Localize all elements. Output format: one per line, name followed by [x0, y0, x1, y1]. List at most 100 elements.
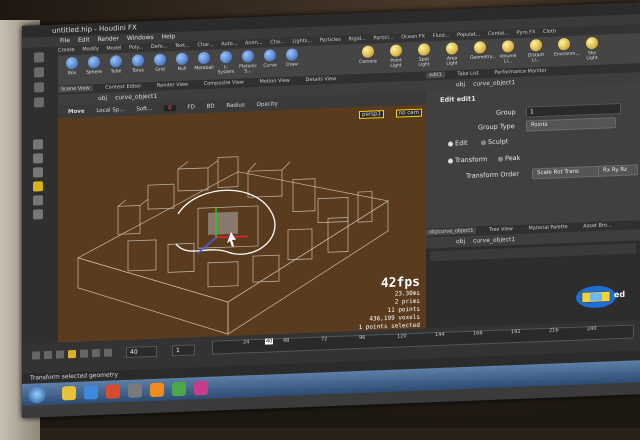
- platonic-tool[interactable]: Platonic S...: [238, 50, 258, 75]
- camera-tool[interactable]: Camera: [358, 45, 378, 65]
- shelf-tab[interactable]: Modify: [82, 46, 99, 53]
- display-icon[interactable]: [33, 209, 43, 220]
- shelf-tab[interactable]: Rigid...: [348, 36, 365, 43]
- edit-node[interactable]: ed: [576, 285, 626, 309]
- frame-field[interactable]: 40: [126, 345, 157, 359]
- snap-icon[interactable]: [33, 181, 43, 192]
- edit-mode-radio[interactable]: Edit: [448, 139, 468, 148]
- path-node[interactable]: curve_object1: [473, 79, 515, 88]
- shelf-tab[interactable]: Contai...: [488, 30, 509, 37]
- menu-render[interactable]: Render: [98, 35, 119, 43]
- sky-light-tool[interactable]: Sky Light: [582, 36, 602, 62]
- path-node[interactable]: curve_object1: [115, 93, 157, 102]
- menu-help[interactable]: Help: [162, 33, 176, 41]
- stop-icon[interactable]: [68, 349, 76, 359]
- point-light-tool[interactable]: Point Light: [386, 44, 406, 69]
- fd-option[interactable]: FD: [187, 104, 194, 110]
- curve-tool[interactable]: Curve: [260, 49, 280, 69]
- path-node[interactable]: curve_object1: [473, 236, 515, 245]
- tab-scene-view[interactable]: Scene View: [58, 85, 93, 93]
- taskbar-app-icon[interactable]: [128, 383, 142, 398]
- move-label[interactable]: Move: [68, 109, 85, 116]
- move-tool-icon[interactable]: [34, 67, 44, 78]
- box-tool[interactable]: Box: [62, 56, 82, 77]
- spot-light-tool[interactable]: Spot Light: [414, 43, 434, 68]
- geometry-light-tool[interactable]: Geometry...: [470, 41, 496, 61]
- tab-tree-view[interactable]: Tree View: [486, 226, 516, 233]
- current-frame-marker[interactable]: 40: [265, 338, 274, 345]
- network-view[interactable]: obj curve_object1 ed: [426, 228, 640, 329]
- go-start-icon[interactable]: [32, 351, 40, 360]
- step-field[interactable]: 1: [172, 344, 195, 357]
- group-field[interactable]: 1: [526, 102, 621, 118]
- shelf-tab[interactable]: Particl...: [373, 35, 393, 42]
- shelf-tab[interactable]: Text...: [175, 43, 190, 50]
- tab-take-list[interactable]: Take List: [454, 70, 481, 77]
- step-forward-icon[interactable]: [92, 349, 100, 358]
- handle-icon[interactable]: [33, 167, 43, 178]
- group-type-menu[interactable]: Points: [526, 117, 616, 132]
- shelf-tab[interactable]: Fluid...: [433, 33, 450, 40]
- step-back-icon[interactable]: [44, 350, 52, 360]
- shelf-tab[interactable]: Auto...: [221, 41, 237, 48]
- shelf-tab[interactable]: Populat...: [457, 31, 480, 38]
- torus-tool[interactable]: Torus: [128, 54, 148, 74]
- pose-icon[interactable]: [33, 153, 43, 164]
- menu-file[interactable]: File: [60, 37, 70, 44]
- transform-mode-radio[interactable]: Transform: [448, 155, 487, 165]
- taskbar-app-icon[interactable]: [62, 385, 76, 401]
- taskbar-app-icon[interactable]: [106, 384, 120, 399]
- soft-radius-field[interactable]: 0: [164, 105, 176, 112]
- play-reverse-icon[interactable]: [56, 350, 64, 359]
- opacity-option[interactable]: Opacity: [257, 101, 278, 108]
- no-cam-menu[interactable]: no cam: [395, 108, 422, 118]
- metaball-tool[interactable]: Metaball: [194, 51, 214, 72]
- sphere-tool[interactable]: Sphere: [84, 56, 104, 76]
- shelf-tab[interactable]: Model: [106, 45, 121, 52]
- tab-asset-browser[interactable]: Asset Bro...: [580, 222, 614, 229]
- tab-performance-monitor[interactable]: Performance Monitor: [491, 68, 549, 76]
- shelf-tab[interactable]: Cloth: [543, 28, 556, 35]
- volume-light-tool[interactable]: Volume Li...: [498, 40, 518, 65]
- select-tool-icon[interactable]: [34, 52, 44, 63]
- grid-tool[interactable]: Grid: [150, 53, 170, 73]
- menu-windows[interactable]: Windows: [127, 34, 154, 42]
- rotate-tool-icon[interactable]: [34, 82, 44, 93]
- arrow-icon[interactable]: [33, 139, 43, 150]
- scene-viewport[interactable]: persp1 no cam 42fps 23.30ms 2 prims 11 p…: [58, 104, 426, 343]
- taskbar-app-icon[interactable]: [172, 381, 186, 397]
- shelf-tab[interactable]: Create: [58, 47, 75, 54]
- environment-light-tool[interactable]: Environm...: [554, 37, 580, 58]
- tab-context-editor[interactable]: Context Editor: [102, 83, 144, 91]
- shelf-tab[interactable]: Char...: [197, 42, 213, 49]
- tab-network[interactable]: obj/curve_object1: [426, 227, 477, 236]
- taskbar-app-icon[interactable]: [150, 382, 164, 398]
- persp-camera-menu[interactable]: persp1: [359, 110, 384, 120]
- tab-render-view[interactable]: Render View: [154, 82, 191, 89]
- area-light-tool[interactable]: Area Light: [442, 42, 462, 67]
- view-icon[interactable]: [33, 195, 43, 206]
- shelf-tab[interactable]: Ocean FX: [401, 34, 425, 41]
- transform-order-menu[interactable]: Scale Rot Trans: [532, 165, 602, 180]
- tab-material-palette[interactable]: Material Palette: [525, 224, 570, 232]
- path-obj[interactable]: obj: [98, 95, 107, 102]
- soft-option[interactable]: Soft...: [136, 106, 152, 113]
- sculpt-mode-radio[interactable]: Sculpt: [481, 137, 508, 146]
- local-space-option[interactable]: Local Sp...: [96, 107, 124, 114]
- shelf-tab[interactable]: Cha...: [270, 39, 285, 46]
- play-icon[interactable]: [80, 349, 88, 358]
- path-obj[interactable]: obj: [456, 81, 465, 88]
- shelf-tab[interactable]: Defo...: [151, 43, 167, 50]
- path-obj[interactable]: obj: [456, 238, 465, 245]
- lsystem-tool[interactable]: L-System: [216, 50, 236, 76]
- shelf-tab[interactable]: Lights...: [292, 38, 312, 45]
- draw-tool[interactable]: Draw: [282, 48, 302, 68]
- bd-option[interactable]: BD: [207, 104, 215, 110]
- scale-tool-icon[interactable]: [34, 97, 44, 108]
- shelf-tab[interactable]: Poly...: [129, 44, 143, 51]
- rotation-order-menu[interactable]: Rx Ry Rz: [598, 164, 638, 177]
- null-tool[interactable]: Null: [172, 52, 192, 72]
- shelf-tab[interactable]: Particles: [320, 37, 341, 44]
- peak-mode-radio[interactable]: Peak: [498, 154, 520, 163]
- tab-edit1[interactable]: edit1: [426, 71, 445, 79]
